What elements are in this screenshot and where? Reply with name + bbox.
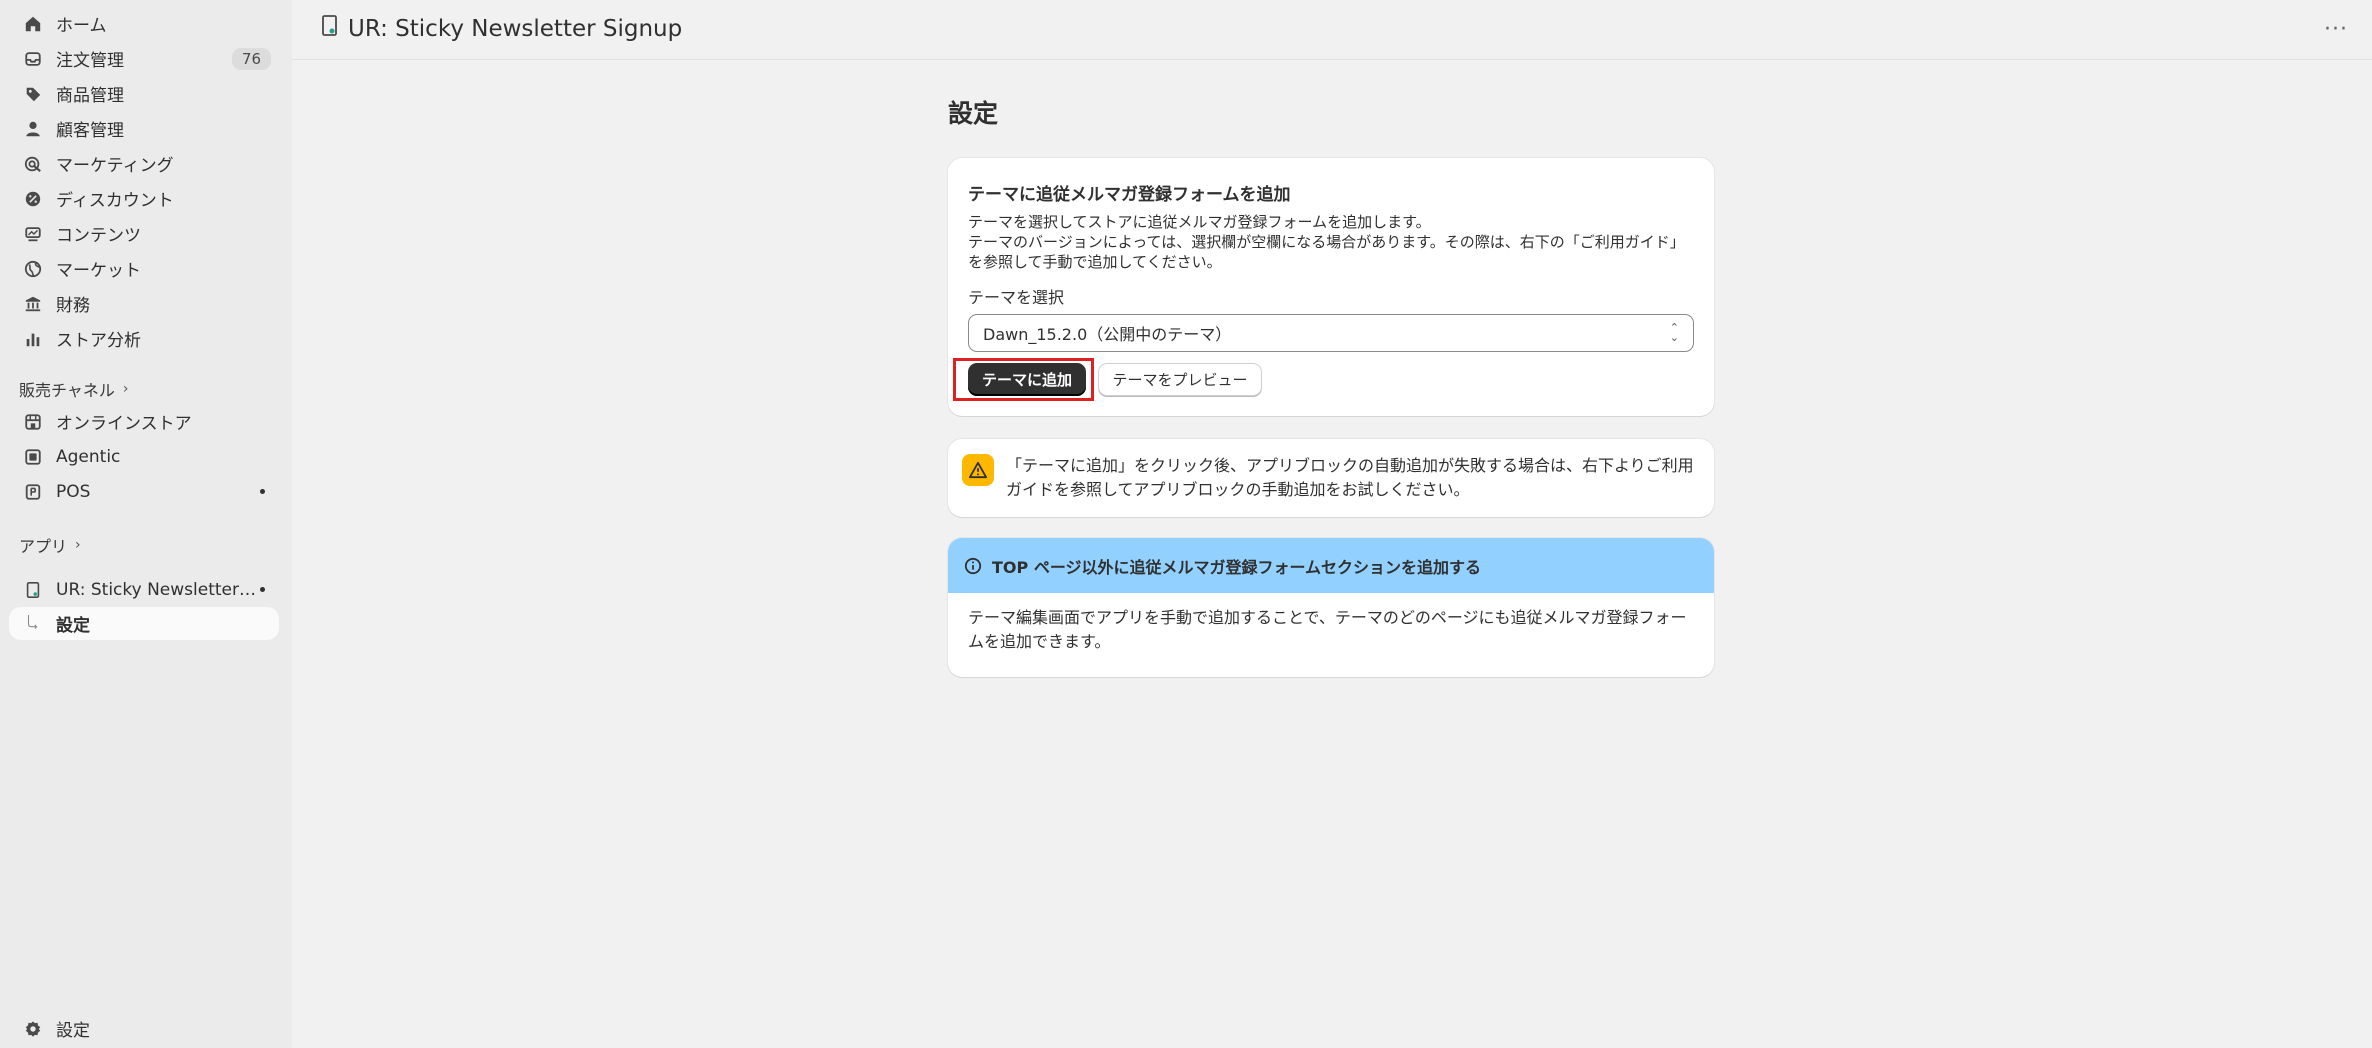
status-dot bbox=[260, 489, 265, 494]
sales-channels-title: 販売チャネル bbox=[19, 381, 115, 400]
chart-bar-icon bbox=[21, 327, 45, 351]
add-to-theme-button[interactable]: テーマに追加 bbox=[968, 363, 1086, 396]
sidebar-item-settings[interactable]: 設定 bbox=[9, 1012, 279, 1045]
tag-icon bbox=[21, 82, 45, 106]
select-arrows-icon: ⌃ ⌄ bbox=[1669, 321, 1679, 344]
sidebar-item-label: UR: Sticky Newsletter Signup bbox=[56, 579, 260, 600]
sidebar-item-label: POS bbox=[56, 481, 91, 502]
app-title: UR: Sticky Newsletter Signup bbox=[348, 16, 683, 42]
status-dot bbox=[260, 587, 265, 592]
sidebar-item-products[interactable]: 商品管理 bbox=[9, 77, 279, 110]
agentic-icon bbox=[21, 445, 45, 469]
content-icon bbox=[21, 222, 45, 246]
info-card: TOP ページ以外に追従メルマガ登録フォームセクションを追加する テーマ編集画面… bbox=[948, 538, 1714, 677]
store-icon bbox=[21, 410, 45, 434]
sidebar-item-label: 注文管理 bbox=[56, 51, 124, 71]
add-to-theme-card: テーマに追従メルマガ登録フォームを追加 テーマを選択してストアに追従メルマガ登録… bbox=[948, 158, 1714, 416]
sidebar-item-online-store[interactable]: オンラインストア bbox=[9, 405, 279, 438]
info-icon bbox=[964, 557, 982, 575]
sidebar-item-label: 設定 bbox=[56, 616, 90, 636]
description-line: テーマのバージョンによっては、選択欄が空欄になる場合があります。その際は、右下の… bbox=[968, 233, 1685, 251]
sidebar-item-label: 顧客管理 bbox=[56, 121, 124, 141]
sidebar-item-markets[interactable]: マーケット bbox=[9, 252, 279, 285]
sidebar-item-orders[interactable]: 注文管理 76 bbox=[9, 42, 279, 75]
sidebar-item-label: 設定 bbox=[56, 1021, 90, 1041]
app-header: UR: Sticky Newsletter Signup ··· bbox=[292, 0, 2372, 60]
sidebar-item-agentic[interactable]: Agentic bbox=[9, 440, 279, 473]
sidebar-item-app-sticky-newsletter[interactable]: UR: Sticky Newsletter Signup bbox=[9, 573, 279, 606]
theme-select[interactable]: Dawn_15.2.0（公開中のテーマ） ⌃ ⌄ bbox=[968, 314, 1694, 352]
description-line: を参照して手動で追加してください。 bbox=[968, 253, 1222, 271]
apps-header[interactable]: アプリ › bbox=[19, 533, 81, 557]
target-icon bbox=[21, 152, 45, 176]
info-banner: TOP ページ以外に追従メルマガ登録フォームセクションを追加する bbox=[948, 538, 1714, 593]
app-title-group: UR: Sticky Newsletter Signup bbox=[320, 14, 682, 44]
sidebar-item-discounts[interactable]: ディスカウント bbox=[9, 182, 279, 215]
warning-icon bbox=[962, 454, 994, 486]
orders-count-badge: 76 bbox=[231, 47, 271, 70]
chevron-right-icon: › bbox=[122, 381, 129, 397]
sidebar-item-label: オンラインストア bbox=[56, 414, 192, 434]
app-icon bbox=[320, 14, 340, 44]
gear-icon bbox=[21, 1017, 45, 1041]
sidebar-item-label: ディスカウント bbox=[56, 191, 174, 211]
sidebar-item-pos[interactable]: POS bbox=[9, 475, 279, 508]
home-icon bbox=[21, 12, 45, 36]
sidebar-item-marketing[interactable]: マーケティング bbox=[9, 147, 279, 180]
sidebar-item-content[interactable]: コンテンツ bbox=[9, 217, 279, 250]
person-icon bbox=[21, 117, 45, 141]
warning-text: 「テーマに追加」をクリック後、アプリブロックの自動追加が失敗する場合は、右下より… bbox=[1006, 456, 1694, 499]
apps-title: アプリ bbox=[19, 537, 68, 556]
card-title: テーマに追従メルマガ登録フォームを追加 bbox=[968, 185, 1291, 205]
sidebar-item-finance[interactable]: 財務 bbox=[9, 287, 279, 320]
globe-icon bbox=[21, 257, 45, 281]
sidebar-item-label: Agentic bbox=[56, 446, 121, 467]
page-title: 設定 bbox=[948, 99, 999, 128]
app-icon bbox=[21, 578, 45, 602]
sidebar-item-label: ストア分析 bbox=[56, 331, 141, 351]
sub-item-connector-icon bbox=[21, 612, 45, 636]
sidebar-item-label: ホーム bbox=[56, 16, 107, 36]
pos-icon bbox=[21, 480, 45, 504]
card-description: テーマを選択してストアに追従メルマガ登録フォームを追加します。 テーマのバージョ… bbox=[968, 212, 1698, 272]
sidebar-item-label: マーケティング bbox=[56, 156, 174, 176]
sidebar-item-label: 財務 bbox=[56, 296, 90, 316]
bank-icon bbox=[21, 292, 45, 316]
warning-card: 「テーマに追加」をクリック後、アプリブロックの自動追加が失敗する場合は、右下より… bbox=[948, 439, 1714, 517]
info-body-text: テーマ編集画面でアプリを手動で追加することで、テーマのどのページにも追従メルマガ… bbox=[968, 608, 1687, 651]
sidebar-item-label: 商品管理 bbox=[56, 86, 124, 106]
theme-select-label: テーマを選択 bbox=[968, 288, 1065, 307]
sidebar-item-app-settings[interactable]: 設定 bbox=[9, 607, 279, 640]
sidebar-item-customers[interactable]: 顧客管理 bbox=[9, 112, 279, 145]
info-banner-title: TOP ページ以外に追従メルマガ登録フォームセクションを追加する bbox=[992, 557, 1482, 577]
theme-select-value: Dawn_15.2.0（公開中のテーマ） bbox=[983, 325, 1232, 344]
chevron-right-icon: › bbox=[75, 537, 81, 553]
sidebar-item-analytics[interactable]: ストア分析 bbox=[9, 322, 279, 355]
more-actions-button[interactable]: ··· bbox=[2324, 17, 2348, 42]
discount-icon bbox=[21, 187, 45, 211]
inbox-icon bbox=[21, 47, 45, 71]
sidebar: ホーム 注文管理 76 商品管理 顧客管理 マーケティング ディスカウント コン… bbox=[0, 0, 292, 1048]
sidebar-item-home[interactable]: ホーム bbox=[9, 7, 279, 40]
sidebar-item-label: コンテンツ bbox=[56, 226, 141, 246]
preview-theme-button[interactable]: テーマをプレビュー bbox=[1098, 363, 1262, 396]
sales-channels-header[interactable]: 販売チャネル › bbox=[19, 377, 128, 401]
sidebar-item-label: マーケット bbox=[56, 261, 141, 281]
description-line: テーマを選択してストアに追従メルマガ登録フォームを追加します。 bbox=[968, 213, 1431, 231]
